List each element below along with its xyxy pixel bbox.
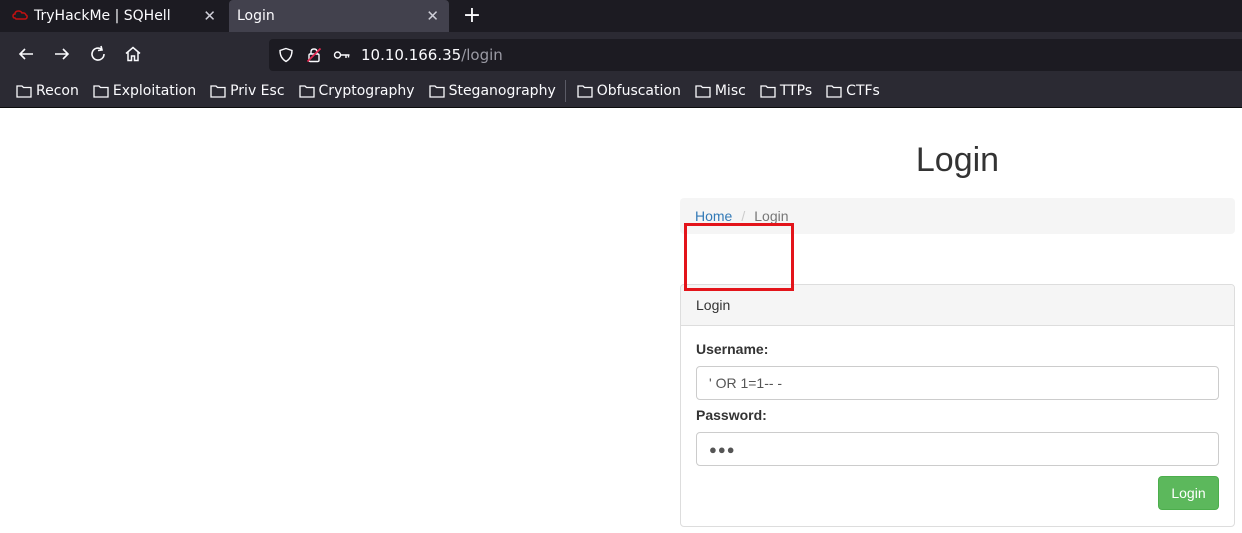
bookmark-misc[interactable]: Misc	[687, 78, 752, 104]
url-host: 10.10.166.35	[361, 46, 462, 64]
bookmark-steganography[interactable]: Steganography	[421, 78, 562, 104]
bookmark-label: CTFs	[846, 82, 880, 99]
folder-icon	[16, 84, 32, 98]
bookmarks-toolbar: Recon Exploitation Priv Esc Cryptography…	[0, 74, 1242, 108]
home-icon[interactable]	[123, 44, 143, 64]
highlight-annotation-box	[684, 223, 794, 291]
bookmark-recon[interactable]: Recon	[8, 78, 85, 104]
breadcrumb-current: Login	[754, 208, 789, 224]
folder-icon	[210, 84, 226, 98]
folder-icon	[695, 84, 711, 98]
folder-icon	[93, 84, 109, 98]
panel-heading: Login	[681, 285, 1234, 326]
breadcrumb-home-link[interactable]: Home	[695, 208, 732, 224]
bookmark-cryptography[interactable]: Cryptography	[291, 78, 421, 104]
page-content: Login Home / Login Login Username: ' OR …	[0, 108, 1242, 533]
folder-icon	[428, 84, 445, 98]
folder-icon	[760, 84, 776, 98]
reload-icon[interactable]	[88, 44, 108, 64]
new-tab-icon[interactable]: +	[460, 3, 484, 28]
bookmark-label: Obfuscation	[596, 82, 681, 99]
url-bar[interactable]: 10.10.166.35/login	[269, 39, 1242, 71]
login-button[interactable]: Login	[1158, 476, 1219, 510]
username-input[interactable]: ' OR 1=1-- -	[696, 366, 1219, 400]
shield-icon[interactable]	[277, 46, 295, 64]
bookmark-priv-esc[interactable]: Priv Esc	[202, 78, 290, 104]
close-tab-icon[interactable]: ✕	[203, 7, 216, 25]
tab-title: Login	[237, 8, 275, 24]
insecure-lock-icon[interactable]	[305, 46, 323, 64]
folder-icon	[298, 84, 315, 98]
username-label: Username:	[696, 341, 769, 357]
folder-icon	[826, 84, 842, 98]
password-input[interactable]: ●●●	[696, 432, 1219, 466]
forward-icon[interactable]	[52, 44, 72, 64]
browser-tab-bar: TryHackMe | SQHell ✕ Login ✕ +	[0, 0, 1242, 32]
bookmark-exploitation[interactable]: Exploitation	[85, 78, 202, 104]
tab-sqhell[interactable]: TryHackMe | SQHell ✕	[0, 0, 226, 32]
login-panel: Login Username: ' OR 1=1-- - Password: ●…	[680, 284, 1235, 527]
close-tab-icon[interactable]: ✕	[426, 7, 439, 25]
bookmark-label: Exploitation	[112, 82, 197, 99]
url-path: /login	[461, 46, 503, 64]
bookmark-ttps[interactable]: TTPs	[752, 78, 818, 104]
bookmark-separator	[564, 79, 566, 102]
navigation-toolbar: 10.10.166.35/login	[0, 32, 1242, 74]
bookmark-obfuscation[interactable]: Obfuscation	[569, 78, 687, 104]
password-label: Password:	[696, 407, 767, 423]
bookmark-label: Priv Esc	[230, 82, 285, 99]
bookmark-label: Cryptography	[318, 82, 415, 99]
back-icon[interactable]	[16, 44, 36, 64]
bookmark-label: TTPs	[779, 82, 813, 99]
bookmark-label: Recon	[36, 82, 79, 99]
folder-icon	[577, 84, 593, 98]
bookmark-ctfs[interactable]: CTFs	[818, 78, 886, 104]
tryhackme-favicon-icon	[12, 8, 28, 24]
page-title: Login	[915, 141, 1000, 179]
bookmark-label: Steganography	[448, 82, 556, 99]
tab-login[interactable]: Login ✕	[229, 0, 449, 32]
key-icon[interactable]	[333, 46, 351, 64]
breadcrumb-separator: /	[741, 208, 746, 224]
bookmark-label: Misc	[714, 82, 746, 99]
tab-title: TryHackMe | SQHell	[34, 8, 171, 24]
